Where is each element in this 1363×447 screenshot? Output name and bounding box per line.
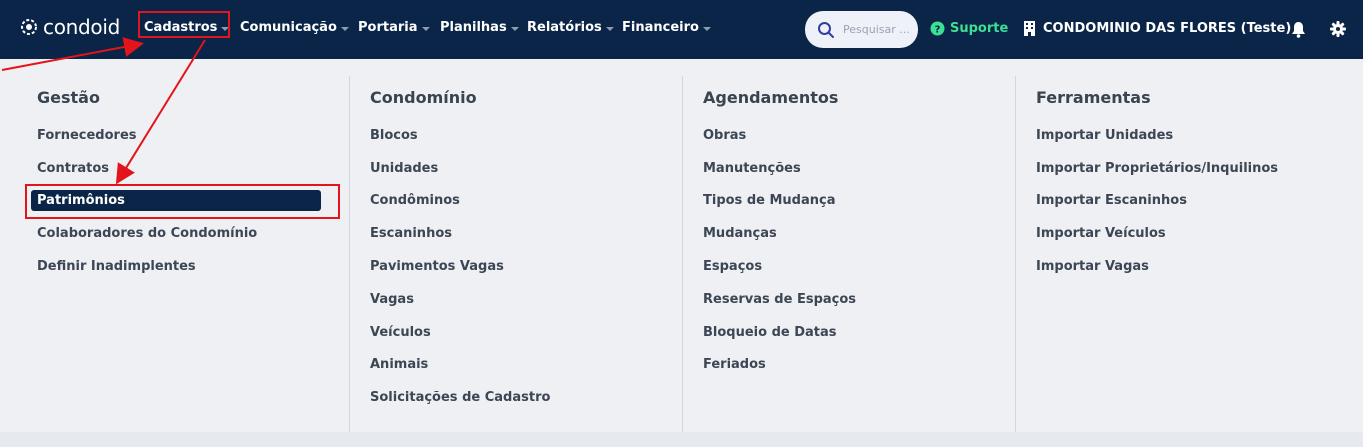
support-label: Suporte xyxy=(950,21,1009,36)
menu-column-condominio: Condomínio Blocos Unidades Condôminos Es… xyxy=(370,76,683,432)
column-title: Condomínio xyxy=(370,88,477,107)
menu-item-importar-unidades[interactable]: Importar Unidades xyxy=(1036,128,1173,143)
nav-comunicacao[interactable]: Comunicação xyxy=(240,20,349,35)
menu-column-agendamentos: Agendamentos Obras Manutenções Tipos de … xyxy=(703,76,1016,432)
nav-relatorios-label: Relatórios xyxy=(527,20,602,35)
chevron-down-icon xyxy=(340,26,349,31)
nav-planilhas[interactable]: Planilhas xyxy=(440,20,519,35)
menu-item-veiculos[interactable]: Veículos xyxy=(370,325,431,340)
condoid-logo-icon xyxy=(21,19,37,35)
menu-item-obras[interactable]: Obras xyxy=(703,128,746,143)
menu-item-reservas-espacos[interactable]: Reservas de Espaços xyxy=(703,292,856,307)
help-circle-icon: ? xyxy=(930,21,945,36)
menu-item-bloqueio-datas[interactable]: Bloqueio de Datas xyxy=(703,325,837,340)
cadastros-highlight-box xyxy=(138,11,230,38)
gear-icon[interactable] xyxy=(1330,21,1346,37)
support-link[interactable]: ? Suporte xyxy=(930,21,1008,36)
chevron-down-icon xyxy=(421,26,430,31)
menu-item-definir-inadimplentes[interactable]: Definir Inadimplentes xyxy=(37,259,196,274)
search-icon xyxy=(818,21,834,38)
menu-item-condominos[interactable]: Condôminos xyxy=(370,193,460,208)
column-title: Ferramentas xyxy=(1036,88,1151,107)
condominium-selector[interactable]: CONDOMINIO DAS FLORES (Teste) xyxy=(1024,21,1291,36)
menu-item-fornecedores[interactable]: Fornecedores xyxy=(37,128,137,143)
page-bottom-strip xyxy=(0,432,1363,447)
menu-item-feriados[interactable]: Feriados xyxy=(703,357,766,372)
menu-column-ferramentas: Ferramentas Importar Unidades Importar P… xyxy=(1036,76,1348,432)
bell-icon[interactable] xyxy=(1291,21,1306,38)
menu-item-vagas[interactable]: Vagas xyxy=(370,292,414,307)
svg-text:?: ? xyxy=(935,25,941,36)
menu-item-importar-escaninhos[interactable]: Importar Escaninhos xyxy=(1036,193,1187,208)
menu-item-tipos-mudanca[interactable]: Tipos de Mudança xyxy=(703,193,835,208)
search-input[interactable]: Pesquisar ... xyxy=(805,11,918,48)
brand-name: condoid xyxy=(43,15,120,39)
menu-item-blocos[interactable]: Blocos xyxy=(370,128,418,143)
menu-item-unidades[interactable]: Unidades xyxy=(370,161,438,176)
menu-item-importar-vagas[interactable]: Importar Vagas xyxy=(1036,259,1149,274)
brand-logo[interactable]: condoid xyxy=(18,15,120,39)
condominium-name: CONDOMINIO DAS FLORES (Teste) xyxy=(1043,21,1292,36)
chevron-down-icon xyxy=(510,26,519,31)
nav-portaria-label: Portaria xyxy=(358,20,418,35)
column-title: Agendamentos xyxy=(703,88,839,107)
nav-portaria[interactable]: Portaria xyxy=(358,20,430,35)
search-placeholder: Pesquisar ... xyxy=(843,23,910,36)
nav-financeiro-label: Financeiro xyxy=(622,20,699,35)
menu-item-importar-veiculos[interactable]: Importar Veículos xyxy=(1036,226,1166,241)
menu-item-espacos[interactable]: Espaços xyxy=(703,259,762,274)
nav-relatorios[interactable]: Relatórios xyxy=(527,20,614,35)
patrimonios-highlight-box xyxy=(25,184,340,219)
menu-item-escaninhos[interactable]: Escaninhos xyxy=(370,226,452,241)
nav-planilhas-label: Planilhas xyxy=(440,20,507,35)
column-title: Gestão xyxy=(37,88,100,107)
menu-item-pavimentos-vagas[interactable]: Pavimentos Vagas xyxy=(370,259,504,274)
chevron-down-icon xyxy=(702,26,711,31)
menu-item-importar-proprietarios[interactable]: Importar Proprietários/Inquilinos xyxy=(1036,161,1278,176)
menu-item-contratos[interactable]: Contratos xyxy=(37,161,109,176)
building-icon xyxy=(1024,21,1035,36)
menu-item-colaboradores[interactable]: Colaboradores do Condomínio xyxy=(37,226,257,241)
chevron-down-icon xyxy=(605,26,614,31)
menu-column-gestao: Gestão Fornecedores Contratos Patrimônio… xyxy=(31,76,350,432)
menu-item-manutencoes[interactable]: Manutenções xyxy=(703,161,801,176)
nav-comunicacao-label: Comunicação xyxy=(240,20,337,35)
menu-item-mudancas[interactable]: Mudanças xyxy=(703,226,777,241)
menu-item-solicitacoes-cadastro[interactable]: Solicitações de Cadastro xyxy=(370,390,550,405)
menu-item-animais[interactable]: Animais xyxy=(370,357,428,372)
nav-financeiro[interactable]: Financeiro xyxy=(622,20,711,35)
